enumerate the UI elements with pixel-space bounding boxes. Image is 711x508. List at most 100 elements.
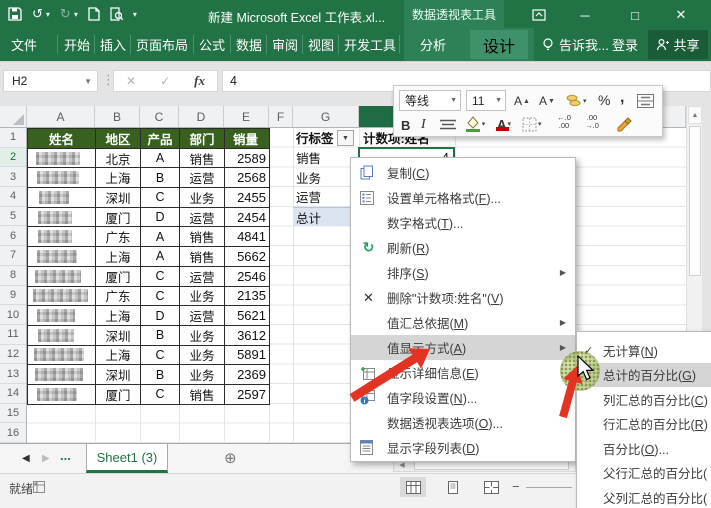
name-cell-censored[interactable] [28, 148, 96, 169]
cell[interactable]: 销售 [180, 148, 225, 169]
name-cell-censored[interactable] [28, 247, 96, 267]
vertical-scroll-thumb[interactable] [689, 126, 701, 276]
cell[interactable]: 2454 [225, 207, 270, 228]
font-name-select[interactable]: 等线 ▼ [399, 90, 461, 111]
cell[interactable]: 深圳 [96, 325, 141, 346]
accounting-format-icon[interactable]: ▾ [566, 91, 587, 111]
cell[interactable]: 深圳 [96, 365, 141, 385]
tell-me-tab[interactable]: 告诉我... [542, 28, 609, 61]
pivot-row-label[interactable]: 运营 [296, 187, 356, 207]
tab-file[interactable]: 文件 [11, 28, 37, 61]
row-header[interactable]: 11 [0, 325, 26, 345]
submenu-item-no-calculation[interactable]: ✓ 无计算(N) [577, 338, 711, 363]
pivot-row-label[interactable]: 销售 [296, 148, 356, 168]
decrease-decimal-button[interactable]: ←.0.00 [552, 114, 576, 134]
close-button[interactable]: ✕ [666, 6, 696, 24]
row-header[interactable]: 13 [0, 364, 26, 384]
row-header[interactable]: 15 [0, 404, 26, 424]
column-header-a[interactable]: A [27, 106, 95, 127]
cell[interactable]: 3612 [225, 325, 270, 346]
pivot-filter-dropdown[interactable]: ▼ [337, 130, 354, 146]
column-header-e[interactable]: E [224, 106, 269, 127]
cell[interactable]: 2546 [225, 266, 270, 287]
pivot-row-label[interactable]: 业务 [296, 167, 356, 187]
menu-item-pivottable-options[interactable]: 数据透视表选项(O)... [351, 410, 575, 435]
cell[interactable]: 业务 [180, 365, 225, 385]
cell[interactable]: C [141, 188, 180, 208]
maximize-button[interactable]: □ [620, 6, 650, 24]
row-header[interactable]: 12 [0, 345, 26, 365]
cell[interactable]: 运营 [180, 207, 225, 228]
row-header[interactable]: 1 [0, 128, 26, 148]
header-cell[interactable]: 销量 [225, 129, 270, 149]
prev-sheet-icon[interactable]: ◀ [22, 453, 30, 464]
font-size-select[interactable]: 11 ▼ [466, 90, 506, 111]
menu-item-show-values-as[interactable]: 值显示方式(A) ▶ [351, 335, 575, 360]
cell[interactable]: A [141, 148, 180, 169]
cell[interactable]: 业务 [180, 188, 225, 208]
name-box[interactable]: H2 ▼ [3, 70, 98, 92]
cell[interactable]: 5621 [225, 306, 270, 326]
italic-button[interactable]: I [421, 115, 426, 135]
qat-customize-icon[interactable]: ▾ [133, 10, 137, 19]
fill-color-button[interactable]: ▾ [464, 114, 486, 134]
menu-item-copy[interactable]: 复制(C) [351, 160, 575, 185]
tab-analyze[interactable]: 分析 [420, 28, 446, 61]
row-header[interactable]: 7 [0, 246, 26, 266]
tab-data[interactable]: 数据 [236, 28, 262, 61]
menu-item-remove-count-field[interactable]: ✕ 删除"计数项:姓名"(V) [351, 285, 575, 310]
cell[interactable]: 2589 [225, 148, 270, 169]
row-header[interactable]: 3 [0, 167, 26, 188]
cell[interactable]: C [141, 286, 180, 307]
sign-in-button[interactable]: 登录 [612, 28, 638, 61]
column-header-f[interactable]: F [269, 106, 293, 127]
undo-dropdown-icon[interactable]: ▾ [46, 10, 50, 19]
align-center-icon[interactable] [440, 117, 456, 133]
menu-item-refresh[interactable]: ↻ 刷新(R) [351, 235, 575, 260]
cell[interactable]: 5891 [225, 345, 270, 366]
name-cell-censored[interactable] [28, 286, 96, 307]
header-cell[interactable]: 姓名 [28, 129, 96, 149]
cell[interactable]: 广东 [96, 227, 141, 248]
tab-formulas[interactable]: 公式 [199, 28, 225, 61]
cell[interactable]: 2568 [225, 168, 270, 189]
cell[interactable]: 厦门 [96, 207, 141, 228]
row-header[interactable]: 5 [0, 207, 26, 227]
minimize-button[interactable]: ─ [570, 6, 600, 24]
cell[interactable]: B [141, 325, 180, 346]
borders-button[interactable]: ▾ [522, 115, 542, 133]
submenu-item-percent-of-row-total[interactable]: 行汇总的百分比(R) [577, 412, 711, 437]
tab-view[interactable]: 视图 [308, 28, 334, 61]
name-cell-censored[interactable] [28, 227, 96, 248]
column-header-c[interactable]: C [140, 106, 179, 127]
cell[interactable]: 5662 [225, 247, 270, 267]
row-header[interactable]: 10 [0, 305, 26, 325]
next-sheet-icon[interactable]: ▶ [42, 453, 50, 464]
row-header[interactable]: 4 [0, 187, 26, 207]
cell[interactable]: 业务 [180, 286, 225, 307]
print-preview-icon[interactable] [110, 7, 123, 21]
row-header-active[interactable]: 2 [0, 147, 26, 168]
name-cell-censored[interactable] [28, 266, 96, 287]
menu-item-value-field-settings[interactable]: i 值字段设置(N)... [351, 385, 575, 410]
bold-button[interactable]: B [401, 115, 410, 135]
name-cell-censored[interactable] [28, 365, 96, 385]
menu-item-show-field-list[interactable]: 显示字段列表(D) [351, 435, 575, 460]
macro-record-icon[interactable] [33, 481, 45, 493]
tab-home[interactable]: 开始 [64, 28, 90, 61]
cell[interactable]: 业务 [180, 345, 225, 366]
pivot-total-label[interactable]: 总计 [296, 208, 356, 228]
cell[interactable]: 上海 [96, 247, 141, 267]
menu-item-show-details[interactable]: 显示详细信息(E) [351, 360, 575, 385]
sheet-tab[interactable]: Sheet1 (3) [86, 444, 168, 473]
cell[interactable]: 销售 [180, 384, 225, 405]
cell[interactable]: 2135 [225, 286, 270, 307]
scroll-up-icon[interactable]: ▲ [688, 106, 702, 124]
cell[interactable]: 运营 [180, 266, 225, 287]
header-cell[interactable]: 地区 [96, 129, 141, 149]
menu-item-sort[interactable]: 排序(S) ▶ [351, 260, 575, 285]
save-icon[interactable] [8, 7, 22, 21]
cell[interactable]: C [141, 384, 180, 405]
increase-decimal-button[interactable]: .00 →.0 [580, 114, 604, 134]
cell[interactable]: 厦门 [96, 384, 141, 405]
